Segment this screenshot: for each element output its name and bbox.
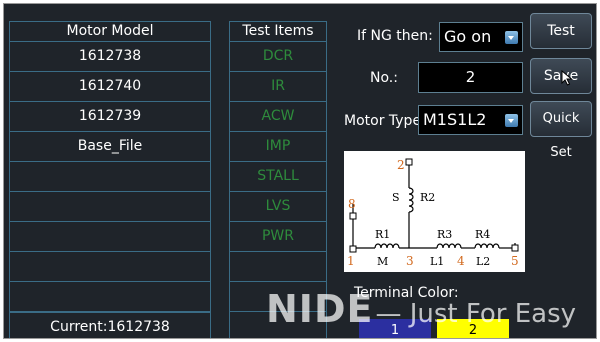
motor-model-header: Motor Model <box>10 22 210 42</box>
coil-prefix: L1 <box>430 255 444 268</box>
terminal-number: 2 <box>397 158 405 172</box>
terminal-color-swatch-2[interactable]: 2 <box>437 319 509 338</box>
motor-model-row[interactable]: 1612740 <box>10 72 210 102</box>
test-item-stall[interactable]: STALL <box>230 162 326 192</box>
terminal-color-swatch-1[interactable]: 1 <box>359 319 431 338</box>
motor-model-row[interactable] <box>10 282 210 312</box>
motor-model-row[interactable]: 1612739 <box>10 102 210 132</box>
coil-label: R1 <box>375 228 390 241</box>
tester-screen: Motor Model 1612738 1612740 1612739 Base… <box>3 3 597 339</box>
terminal-number: 1 <box>347 254 355 268</box>
motor-model-row[interactable]: Base_File <box>10 132 210 162</box>
test-items-header: Test Items <box>230 22 326 42</box>
motor-model-row[interactable] <box>10 222 210 252</box>
terminal-number: 3 <box>406 254 414 268</box>
test-item-empty[interactable] <box>230 312 326 338</box>
terminal-number: 4 <box>457 254 465 268</box>
if-ng-select[interactable]: Go on <box>439 22 523 52</box>
quick-set-button[interactable]: Quick Set <box>530 101 592 160</box>
motor-type-label: Motor Type: <box>344 113 426 129</box>
coil-r2 <box>408 187 414 213</box>
test-button[interactable]: Test <box>530 13 592 49</box>
wiring-diagram: 1 2 3 4 5 8 R1 R2 R3 R4 M S L1 L2 <box>344 151 525 272</box>
test-items-table: Test Items DCR IR ACW IMP STALL LVS PWR <box>229 21 327 338</box>
motor-model-row[interactable]: 1612738 <box>10 42 210 72</box>
terminal-box-8 <box>349 212 357 220</box>
coil-label: R3 <box>437 228 452 241</box>
test-item-empty[interactable] <box>230 282 326 312</box>
mouse-pointer-icon <box>561 70 573 86</box>
test-item-acw[interactable]: ACW <box>230 102 326 132</box>
terminal-box-1 <box>349 245 357 253</box>
if-ng-value: Go on <box>444 27 492 46</box>
terminal-number: 8 <box>348 197 356 211</box>
coil-r3 <box>436 243 475 249</box>
if-ng-label: If NG then: <box>357 28 433 44</box>
coil-prefix: M <box>377 255 388 268</box>
motor-model-row[interactable] <box>10 162 210 192</box>
terminal-box-5 <box>511 244 519 252</box>
number-label: No.: <box>370 70 398 86</box>
motor-model-row[interactable] <box>10 192 210 222</box>
terminal-box-2 <box>405 158 413 166</box>
coil-label: R2 <box>420 191 435 204</box>
motor-model-table: Motor Model 1612738 1612740 1612739 Base… <box>9 21 211 338</box>
motor-type-value: M1S1L2 <box>423 110 487 129</box>
test-item-imp[interactable]: IMP <box>230 132 326 162</box>
test-item-empty[interactable] <box>230 252 326 282</box>
test-item-pwr[interactable]: PWR <box>230 222 326 252</box>
number-input[interactable]: 2 <box>418 62 523 93</box>
motor-model-row[interactable] <box>10 252 210 282</box>
test-item-lvs[interactable]: LVS <box>230 192 326 222</box>
coil-r1 <box>374 243 400 249</box>
motor-type-select[interactable]: M1S1L2 <box>418 105 523 135</box>
coil-prefix: L2 <box>476 255 490 268</box>
coil-r4 <box>474 243 515 249</box>
current-model-text: Current:1612738 <box>10 312 210 338</box>
coil-prefix: S <box>392 191 400 204</box>
coil-label: R4 <box>475 228 490 241</box>
chevron-down-icon <box>505 31 518 44</box>
terminal-number: 5 <box>511 254 519 268</box>
chevron-down-icon <box>505 114 518 127</box>
test-item-ir[interactable]: IR <box>230 72 326 102</box>
test-item-dcr[interactable]: DCR <box>230 42 326 72</box>
terminal-color-label: Terminal Color: <box>354 285 459 301</box>
